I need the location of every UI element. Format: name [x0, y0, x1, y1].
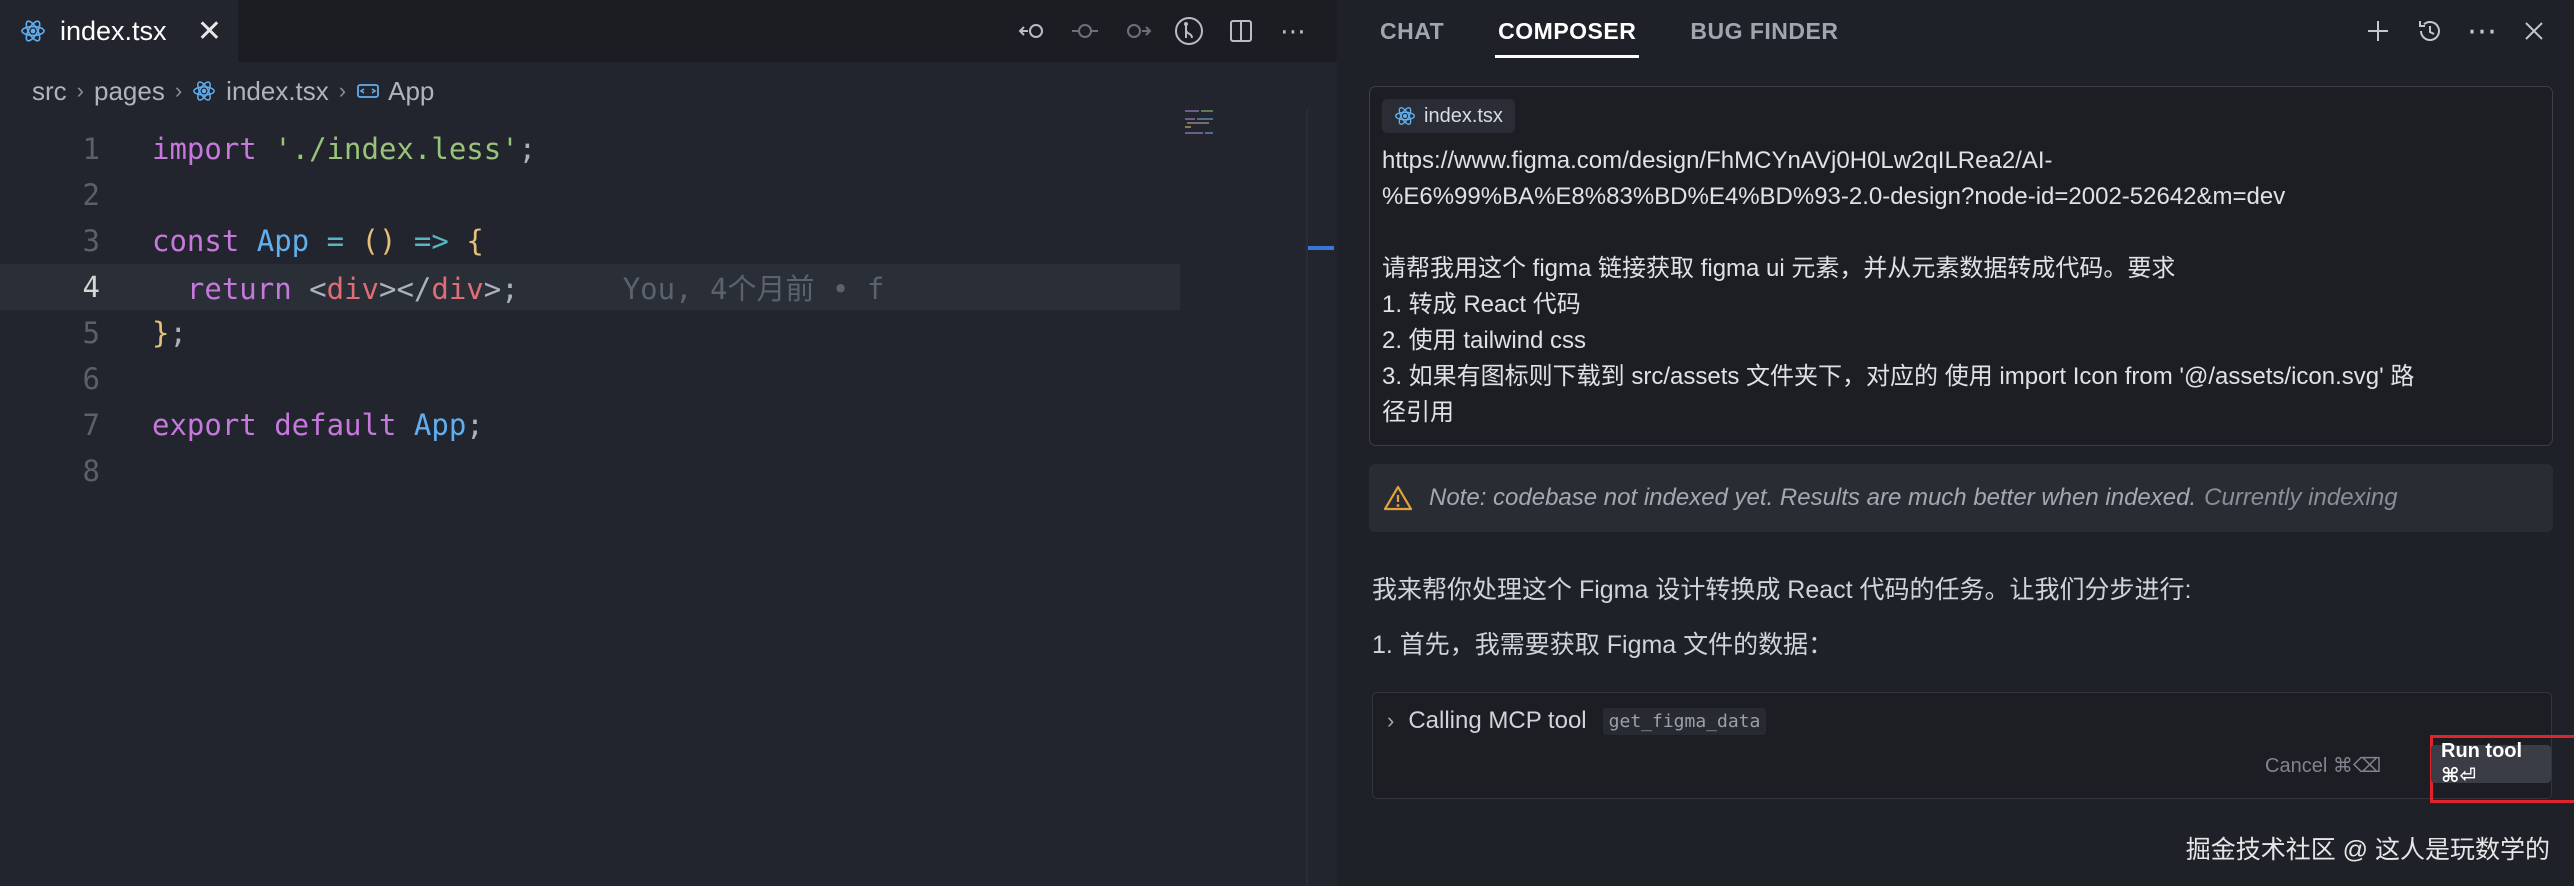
history-icon[interactable] — [2410, 14, 2450, 48]
prompt-text: https://www.figma.com/design/FhMCYnAVj0H… — [1382, 143, 2542, 431]
more-icon[interactable]: ⋯ — [1274, 12, 1312, 50]
chevron-right-icon: › — [338, 78, 347, 103]
editor-toolbar: ⋯ — [1000, 12, 1312, 50]
prompt-line: 2. 使用 tailwind css — [1382, 327, 1587, 354]
code-text: return <div></div>; You, 4个月前 • f — [152, 272, 885, 306]
prompt-line: %E6%99%BA%E8%83%BD%E4%BD%93-2.0-design?n… — [1382, 183, 2286, 210]
run-tool-button[interactable]: Run tool ⌘⏎ — [2431, 740, 2551, 787]
breadcrumb-file-label: index.tsx — [226, 75, 329, 106]
context-file-chip[interactable]: index.tsx — [1382, 99, 1515, 133]
scrollbar-thumb[interactable] — [1308, 246, 1334, 250]
commit-icon[interactable] — [1066, 12, 1104, 50]
react-icon — [21, 20, 45, 42]
code-text: export default App; — [152, 408, 484, 442]
code-text: }; — [152, 316, 187, 350]
tab-bug-finder[interactable]: BUG FINDER — [1687, 16, 1841, 58]
breadcrumb-file[interactable]: index.tsx — [192, 76, 329, 107]
scrollbar-track[interactable] — [1306, 110, 1308, 886]
line-number: 8 — [82, 454, 100, 488]
tab-composer[interactable]: COMPOSER — [1495, 16, 1640, 58]
chevron-right-icon: › — [1387, 708, 1395, 733]
tab-filename: index.tsx — [60, 15, 167, 46]
react-icon — [193, 81, 216, 101]
code-line[interactable]: 8 — [0, 448, 1180, 494]
prompt-line: 3. 如果有图标则下载到 src/assets 文件夹下，对应的 使用 impo… — [1382, 363, 2415, 390]
code-line[interactable]: 4 return <div></div>; You, 4个月前 • f — [0, 264, 1180, 310]
prompt-line: 1. 转成 React 代码 — [1382, 291, 1581, 318]
assistant-message: 我来帮你处理这个 Figma 设计转换成 React 代码的任务。让我们分步进行… — [1372, 576, 2192, 604]
symbol-icon — [357, 84, 380, 98]
tool-call-box: › Calling MCP tool get_figma_data Cancel… — [1372, 692, 2574, 803]
git-blame-annotation: You, 4个月前 • f — [622, 272, 885, 306]
code-text: import './index.less'; — [152, 132, 537, 166]
breadcrumb: src › pages › index.tsx › App — [32, 72, 434, 110]
code-line[interactable]: 6 — [0, 356, 1180, 402]
composer-panel: CHAT COMPOSER BUG FINDER ⋯ index.tsx htt… — [1337, 0, 2574, 886]
close-icon[interactable] — [2514, 14, 2554, 48]
tab-index-tsx[interactable]: index.tsx ✕ — [0, 0, 238, 62]
split-editor-icon[interactable] — [1222, 12, 1260, 50]
breadcrumb-pages[interactable]: pages — [94, 76, 165, 107]
tool-call-title: Calling MCP tool — [1408, 707, 1587, 734]
cancel-button[interactable]: Cancel ⌘⌫ — [2265, 753, 2381, 778]
panel-tabs: CHAT COMPOSER BUG FINDER — [1377, 16, 1889, 58]
chevron-right-icon: › — [76, 78, 84, 103]
tab-chat[interactable]: CHAT — [1377, 16, 1447, 58]
breadcrumb-symbol[interactable]: App — [356, 76, 434, 107]
index-note: Note: codebase not indexed yet. Results … — [1369, 464, 2553, 532]
close-tab-icon[interactable]: ✕ — [197, 14, 222, 49]
line-number: 1 — [82, 132, 100, 166]
line-number: 2 — [82, 178, 100, 212]
plus-icon[interactable] — [2358, 14, 2398, 48]
code-line[interactable]: 1 import './index.less'; — [0, 126, 1180, 172]
tool-call-header[interactable]: › Calling MCP tool get_figma_data — [1387, 707, 1767, 735]
minimap[interactable] — [1185, 108, 1225, 138]
tool-name: get_figma_data — [1602, 707, 1767, 735]
prompt-line — [1382, 215, 2542, 251]
react-icon — [1395, 107, 1415, 125]
watermark: 掘金技术社区 @ 这人是玩数学的 — [2185, 836, 2550, 864]
line-number: 7 — [82, 408, 100, 442]
note-text: Note: codebase not indexed yet. Results … — [1429, 484, 2197, 511]
chevron-right-icon: › — [174, 78, 183, 103]
breadcrumb-symbol-label: App — [388, 75, 435, 106]
code-editor: index.tsx ✕ ⋯ src › pages › index.tsx › … — [0, 0, 1337, 886]
code-line[interactable]: 3 const App = () => { — [0, 218, 1180, 264]
source-control-icon[interactable] — [1170, 12, 1208, 50]
line-number: 3 — [82, 224, 100, 258]
code-line[interactable]: 2 — [0, 172, 1180, 218]
warning-icon — [1383, 485, 1413, 511]
prompt-box[interactable]: index.tsx https://www.figma.com/design/F… — [1369, 86, 2553, 446]
indexing-status: Currently indexing — [2204, 484, 2398, 511]
assistant-message: 1. 首先，我需要获取 Figma 文件的数据： — [1372, 631, 1834, 659]
code-line[interactable]: 5}; — [0, 310, 1180, 356]
prompt-line: 请帮我用这个 figma 链接获取 figma ui 元素，并从元素数据转成代码… — [1382, 255, 2176, 282]
more-icon[interactable]: ⋯ — [2462, 14, 2502, 48]
go-back-icon[interactable] — [1014, 12, 1052, 50]
panel-actions: ⋯ — [2346, 14, 2554, 48]
line-number: 6 — [82, 362, 100, 396]
code-line[interactable]: 7 export default App; — [0, 402, 1180, 448]
prompt-line: 径引用 — [1382, 399, 1454, 426]
go-forward-icon[interactable] — [1118, 12, 1156, 50]
line-number: 4 — [82, 270, 100, 304]
prompt-line: https://www.figma.com/design/FhMCYnAVj0H… — [1382, 147, 2053, 174]
breadcrumb-src[interactable]: src — [32, 76, 67, 107]
line-number: 5 — [82, 316, 100, 350]
code-text: const App = () => { — [152, 224, 484, 258]
chip-label: index.tsx — [1424, 104, 1503, 127]
editor-tab-bar: index.tsx ✕ ⋯ — [0, 0, 1337, 62]
